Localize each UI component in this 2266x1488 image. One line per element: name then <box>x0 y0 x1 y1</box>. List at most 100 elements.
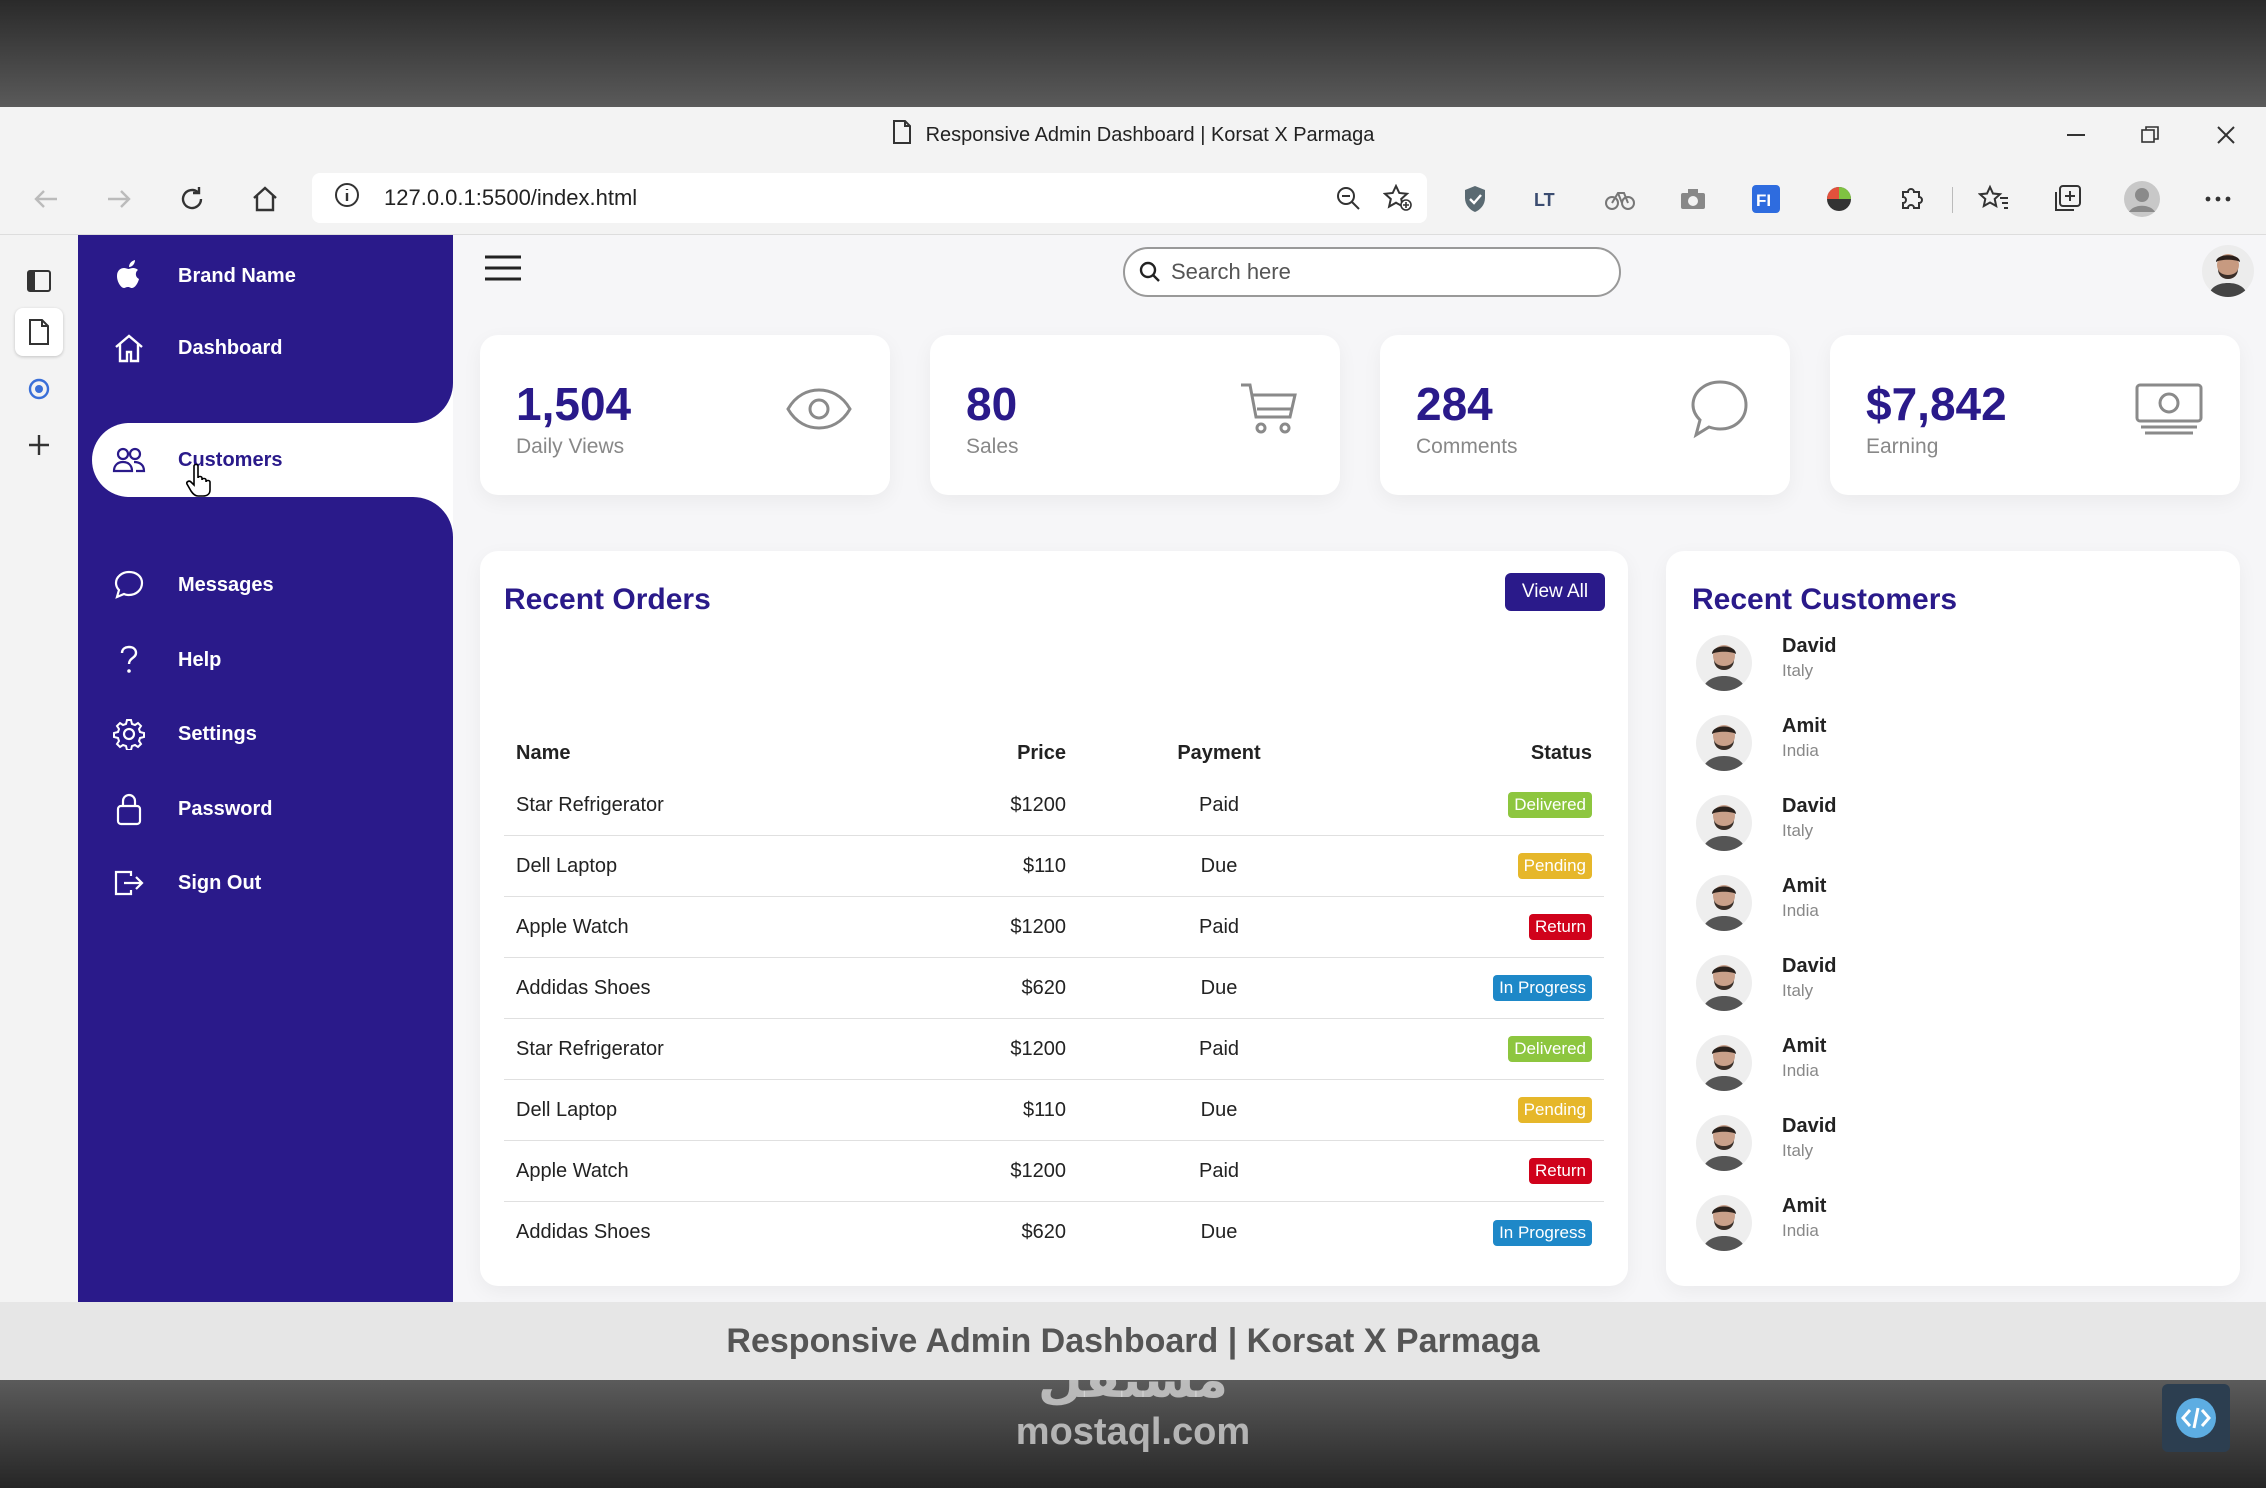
customer-country: India <box>1782 901 1819 920</box>
new-tab-plus-icon[interactable] <box>15 421 63 469</box>
hand-cursor-icon <box>186 463 214 503</box>
add-favorite-icon[interactable] <box>1383 184 1413 212</box>
table-row[interactable]: Apple Watch $1200 Paid Return <box>504 897 1604 958</box>
profile-icon[interactable] <box>2122 179 2162 219</box>
list-item[interactable]: David Italy <box>1696 1107 2196 1177</box>
order-price: $620 <box>1021 976 1067 999</box>
help-icon <box>100 644 158 676</box>
orders-table-header: Name Price Payment Status <box>504 733 1604 773</box>
tab-actions-icon[interactable] <box>15 257 63 305</box>
customer-country: Italy <box>1782 661 1814 680</box>
list-item[interactable]: Amit India <box>1696 707 2196 777</box>
window-title: Responsive Admin Dashboard | Korsat X Pa… <box>925 123 1375 146</box>
order-name: Apple Watch <box>516 915 629 938</box>
status-badge: Delivered <box>1508 792 1592 818</box>
stat-card-earning[interactable]: $7,842 Earning <box>1830 335 2240 495</box>
close-icon[interactable] <box>2206 115 2246 155</box>
customer-country: Italy <box>1782 981 1814 1000</box>
avatar <box>1696 795 1752 851</box>
customer-country: Italy <box>1782 821 1814 840</box>
sidebar-item-messages[interactable]: Messages <box>78 548 453 622</box>
address-bar[interactable]: 127.0.0.1:5500/index.html <box>312 173 1427 223</box>
order-price: $620 <box>1021 1221 1067 1243</box>
back-arrow-icon[interactable] <box>26 179 66 219</box>
stat-value: $7,842 <box>1866 378 2007 430</box>
sidebar-item-sign-out[interactable]: Sign Out <box>78 846 453 920</box>
list-item[interactable]: David Italy <box>1696 627 2196 697</box>
table-row[interactable]: Apple Watch $1200 Paid Return <box>504 1141 1604 1202</box>
order-payment: Due <box>1200 854 1238 877</box>
sidebar-item-password[interactable]: Password <box>78 772 453 846</box>
menu-toggle-icon[interactable] <box>483 253 527 297</box>
tab-favicon-icon[interactable] <box>15 365 63 413</box>
list-item[interactable]: Amit India <box>1696 1187 2196 1257</box>
svg-text:FI: FI <box>1756 191 1771 210</box>
table-row[interactable]: Addidas Shoes $620 Due In Progress <box>504 1202 1604 1263</box>
customers-title: Recent Customers <box>1692 583 1958 616</box>
sidebar-item-help[interactable]: Help <box>78 623 453 697</box>
status-badge: Pending <box>1517 1097 1592 1123</box>
fi-extension-icon[interactable]: FI <box>1746 179 1786 219</box>
stat-card-sales[interactable]: 80 Sales <box>930 335 1340 495</box>
order-status-cell: Delivered <box>1508 775 1592 835</box>
sidebar-item-label: Password <box>178 797 273 820</box>
stat-card-comments[interactable]: 284 Comments <box>1380 335 1790 495</box>
sidebar-item-settings[interactable]: Settings <box>78 697 453 771</box>
list-item[interactable]: Amit India <box>1696 1027 2196 1097</box>
forward-arrow-icon[interactable] <box>99 179 139 219</box>
order-status-cell: Pending <box>1517 836 1592 896</box>
title-bar: Responsive Admin Dashboard | Korsat X Pa… <box>0 107 2266 163</box>
restore-icon[interactable] <box>2130 115 2170 155</box>
chat-icon <box>100 569 158 601</box>
minimize-icon[interactable] <box>2056 115 2096 155</box>
favorites-icon[interactable] <box>1974 179 2014 219</box>
bike-extension-icon[interactable] <box>1600 179 1640 219</box>
col-status: Status <box>1530 741 1592 764</box>
colorful-extension-icon[interactable] <box>1819 179 1859 219</box>
view-all-button[interactable]: View All <box>1505 573 1605 611</box>
sidebar-item-dashboard[interactable]: Dashboard <box>78 311 453 385</box>
watermark-arabic: مستقل <box>1037 1351 1229 1409</box>
order-status-cell: In Progress <box>1493 1202 1592 1263</box>
order-name: Apple Watch <box>516 1159 629 1182</box>
search-placeholder: Search here <box>1171 259 1291 284</box>
stat-value: 1,504 <box>516 378 632 430</box>
table-row[interactable]: Star Refrigerator $1200 Paid Delivered <box>504 775 1604 836</box>
list-item[interactable]: David Italy <box>1696 787 2196 857</box>
stat-label: Sales <box>966 435 1019 458</box>
watermark-domain: mostaql.com <box>1015 1411 1251 1453</box>
avatar <box>1696 955 1752 1011</box>
table-row[interactable]: Dell Laptop $110 Due Pending <box>504 836 1604 897</box>
user-avatar[interactable] <box>2202 245 2254 297</box>
zoom-out-icon[interactable] <box>1335 185 1361 211</box>
table-row[interactable]: Dell Laptop $110 Due Pending <box>504 1080 1604 1141</box>
order-status-cell: Delivered <box>1508 1019 1592 1079</box>
collections-icon[interactable] <box>2047 179 2087 219</box>
active-tab-page-icon[interactable] <box>15 308 63 356</box>
more-menu-icon[interactable] <box>2198 179 2238 219</box>
shield-extension-icon[interactable] <box>1455 179 1495 219</box>
customer-name: David <box>1782 795 1837 817</box>
stat-card-views[interactable]: 1,504 Daily Views <box>480 335 890 495</box>
brand[interactable]: Brand Name <box>78 245 453 307</box>
sidebar-item-customers[interactable]: Customers <box>92 423 453 497</box>
reload-icon[interactable] <box>172 179 212 219</box>
camera-extension-icon[interactable] <box>1673 179 1713 219</box>
table-row[interactable]: Addidas Shoes $620 Due In Progress <box>504 958 1604 1019</box>
home-browser-icon[interactable] <box>245 179 285 219</box>
dashboard-page: Brand Name Dashboard Customers Messages … <box>78 235 2266 1302</box>
col-name: Name <box>516 741 571 764</box>
url-text: 127.0.0.1:5500/index.html <box>384 185 638 210</box>
vertical-tabs-bar <box>0 235 78 1302</box>
order-price: $110 <box>1022 1098 1066 1121</box>
order-name: Addidas Shoes <box>516 976 651 999</box>
search-input[interactable]: Search here <box>1123 247 1621 297</box>
order-name: Dell Laptop <box>516 1098 618 1121</box>
table-row[interactable]: Star Refrigerator $1200 Paid Delivered <box>504 1019 1604 1080</box>
list-item[interactable]: Amit India <box>1696 867 2196 937</box>
translate-extension-icon[interactable]: LT <box>1527 179 1567 219</box>
list-item[interactable]: David Italy <box>1696 947 2196 1017</box>
puzzle-extensions-icon[interactable] <box>1892 179 1932 219</box>
site-info-icon[interactable] <box>334 182 360 214</box>
avatar <box>1696 1195 1752 1251</box>
